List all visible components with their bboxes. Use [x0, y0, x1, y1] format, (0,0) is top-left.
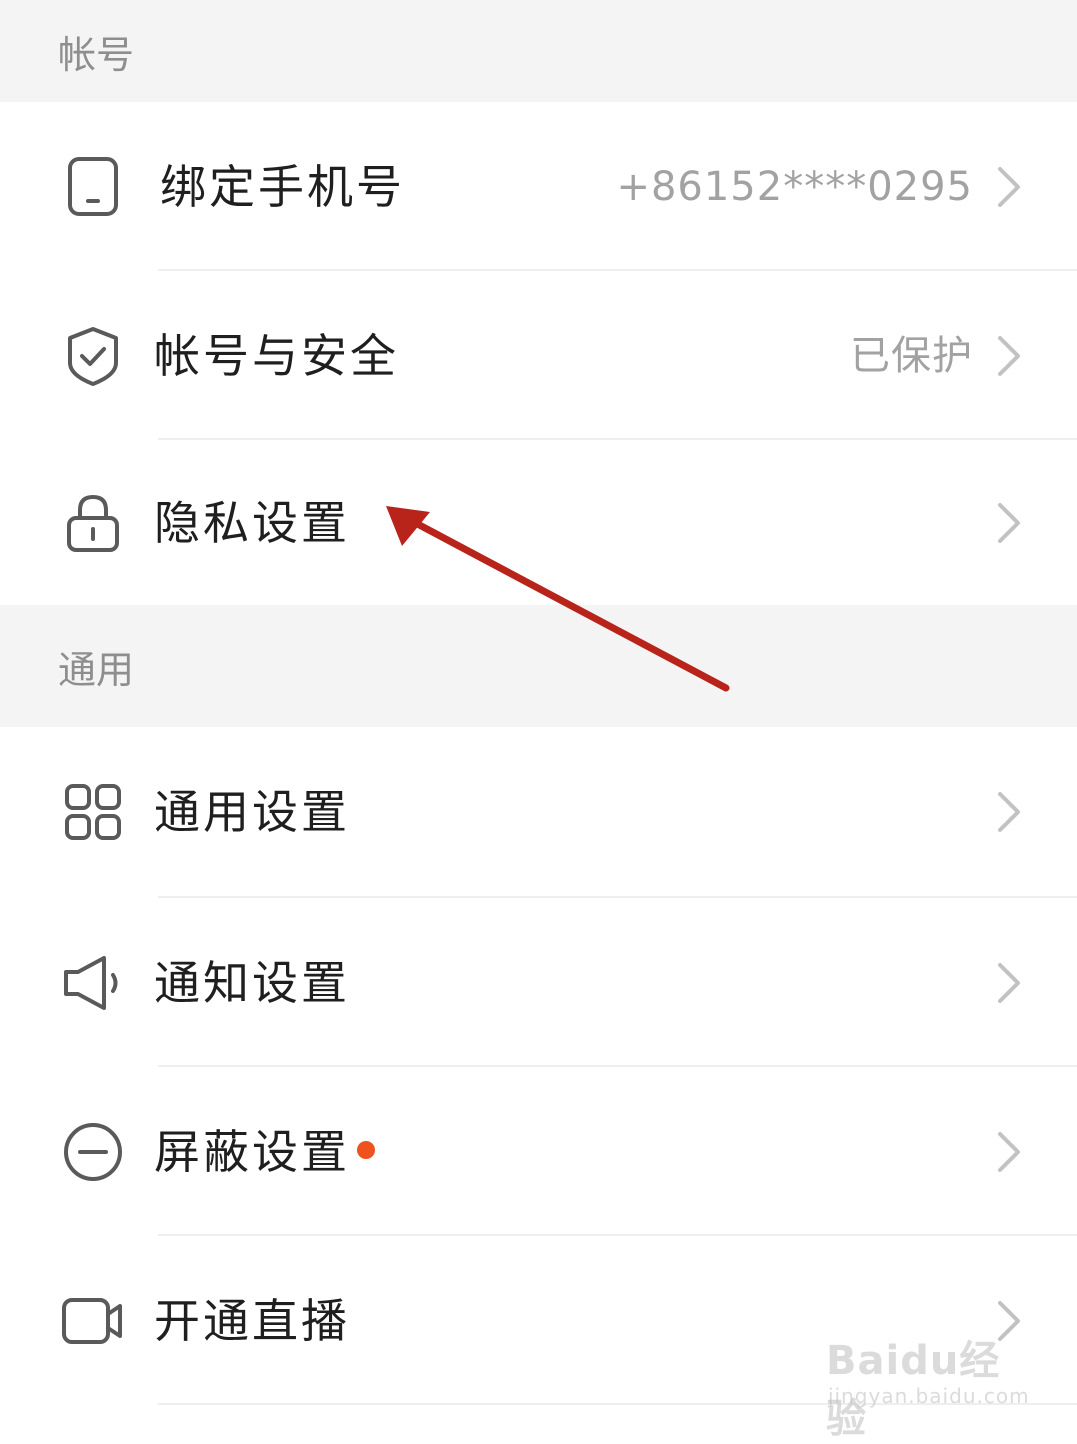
row-account-security[interactable]: 帐号与安全 已保护 [0, 271, 1077, 440]
row-label: 开通直播 [154, 1293, 350, 1348]
row-label: 通用设置 [154, 784, 350, 839]
notification-badge-dot [357, 1141, 375, 1159]
speaker-icon [60, 950, 126, 1016]
section-header-general: 通用 [0, 605, 1077, 727]
row-general-settings[interactable]: 通用设置 [0, 727, 1077, 896]
row-label: 帐号与安全 [154, 328, 399, 383]
chevron-right-icon [998, 962, 1020, 1003]
security-status-value: 已保护 [850, 332, 973, 379]
row-label: 屏蔽设置 [154, 1124, 350, 1179]
chevron-right-icon [998, 335, 1020, 376]
video-camera-icon [60, 1288, 126, 1354]
row-notification-settings[interactable]: 通知设置 [0, 898, 1077, 1067]
phone-number-value: +86152****0295 [616, 163, 973, 210]
shield-check-icon [60, 323, 126, 389]
watermark-sub-text: jingyan.baidu.com [828, 1384, 1030, 1408]
section-title-general: 通用 [58, 647, 135, 692]
section-header-account: 帐号 [0, 0, 1077, 102]
lock-icon [60, 490, 126, 556]
baidu-jingyan-watermark: Baidu经验 jingyan.baidu.com [826, 1320, 1029, 1442]
chevron-right-icon [998, 1131, 1020, 1172]
chevron-right-icon [998, 502, 1020, 543]
row-label: 绑定手机号 [160, 159, 405, 214]
minus-circle-icon [60, 1119, 126, 1185]
phone-icon [60, 154, 126, 220]
row-block-settings[interactable]: 屏蔽设置 [0, 1067, 1077, 1236]
row-bind-phone[interactable]: 绑定手机号 +86152****0295 [0, 102, 1077, 271]
section-title-account: 帐号 [58, 32, 135, 77]
row-label: 隐私设置 [154, 495, 350, 550]
chevron-right-icon [998, 791, 1020, 832]
chevron-right-icon [998, 166, 1020, 207]
grid-icon [60, 779, 126, 845]
row-label: 通知设置 [154, 955, 350, 1010]
row-privacy-settings[interactable]: 隐私设置 [0, 440, 1077, 605]
